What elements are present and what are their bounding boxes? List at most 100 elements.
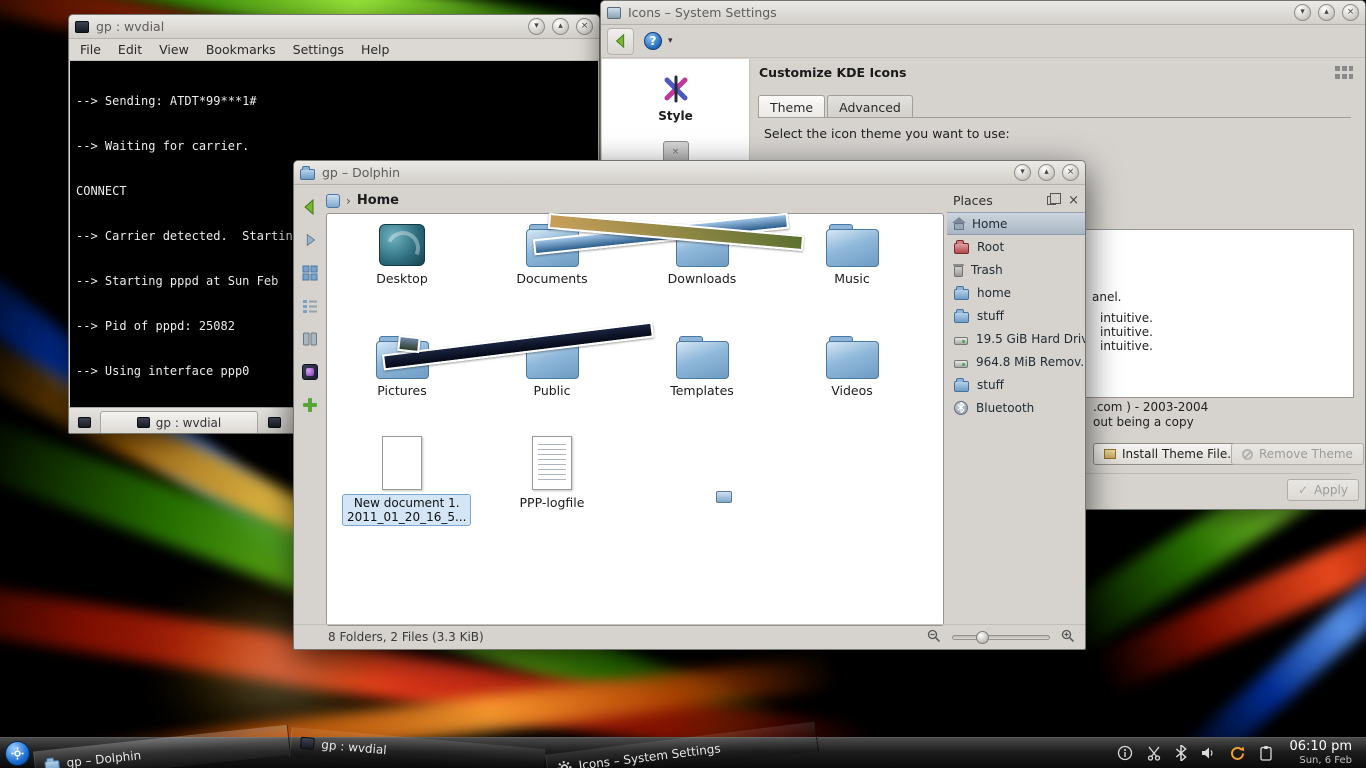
columns-view-button[interactable]	[298, 327, 322, 351]
folder-item-music[interactable]: Music	[792, 224, 912, 286]
check-icon: ✓	[1298, 483, 1308, 497]
tab-label: gp : wvdial	[156, 416, 221, 430]
folder-item-desktop[interactable]: Desktop	[342, 224, 462, 286]
remove-theme-button[interactable]: Remove Theme	[1231, 443, 1364, 465]
terminal-window-title: gp : wvdial	[96, 19, 164, 34]
place-stuff[interactable]: stuff	[947, 304, 1085, 327]
back-button[interactable]	[298, 195, 322, 219]
place-home-dir[interactable]: home	[947, 281, 1085, 304]
file-item-ppp-logfile[interactable]: PPP-logfile	[492, 436, 612, 510]
install-theme-button[interactable]: Install Theme File...	[1093, 443, 1250, 465]
place-stuff-2[interactable]: stuff	[947, 373, 1085, 396]
bluetooth-tray-icon[interactable]	[1175, 745, 1187, 761]
back-button[interactable]	[607, 28, 634, 55]
zoom-in-icon	[1061, 629, 1075, 643]
text-file-icon	[532, 436, 572, 490]
system-settings-titlebar[interactable]: Icons – System Settings ▾ ▴ ×	[601, 1, 1365, 25]
folder-item-documents[interactable]: Documents	[492, 224, 612, 286]
desktop[interactable]: gp : wvdial ▾ ▴ × File Edit View Bookmar…	[0, 0, 1366, 768]
maximize-button[interactable]: ▴	[552, 18, 569, 35]
breadcrumb-home[interactable]: Home	[357, 193, 399, 208]
place-trash[interactable]: Trash	[947, 258, 1085, 281]
theme-description-fragment: intuitive.	[1100, 311, 1153, 325]
theme-credit-fragment: .com ) - 2003-2004	[1093, 400, 1208, 414]
details-view-button[interactable]	[298, 294, 322, 318]
minimize-button[interactable]: ▾	[1014, 164, 1031, 181]
selected-file-label: New document 1. 2011_01_20_16_5...	[342, 494, 471, 526]
detach-panel-icon[interactable]	[1047, 196, 1056, 205]
folder-item-videos[interactable]: Videos	[792, 336, 912, 398]
notifications-icon[interactable]	[1117, 745, 1133, 761]
minimize-button[interactable]: ▾	[1294, 4, 1311, 21]
tab-theme[interactable]: Theme	[758, 95, 825, 118]
sidebar-item-style[interactable]: Style	[602, 73, 749, 123]
apply-button[interactable]: ✓ Apply	[1287, 479, 1359, 501]
dolphin-side-toolbar	[296, 195, 324, 417]
columns-view-icon	[302, 331, 318, 347]
folder-item-pictures[interactable]: Pictures	[342, 336, 462, 398]
dolphin-titlebar[interactable]: gp – Dolphin ▾ ▴ ×	[294, 161, 1085, 185]
folder-label: Downloads	[642, 271, 762, 286]
close-button[interactable]: ×	[1062, 164, 1079, 181]
updates-icon[interactable]	[1229, 745, 1246, 762]
kde-menu-button[interactable]	[0, 738, 34, 768]
icons-view-button[interactable]	[298, 261, 322, 285]
file-item-new-document[interactable]: New document 1. 2011_01_20_16_5...	[342, 436, 462, 526]
zoom-slider-handle[interactable]	[976, 631, 989, 644]
close-panel-icon[interactable]: ×	[1068, 194, 1079, 207]
minimize-button[interactable]: ▾	[528, 18, 545, 35]
forward-arrow-icon	[301, 231, 319, 249]
terminal-titlebar[interactable]: gp : wvdial ▾ ▴ ×	[69, 15, 599, 39]
theme-description-fragment: anel.	[1092, 290, 1122, 304]
dolphin-window-icon	[300, 169, 315, 180]
place-label: Trash	[971, 263, 1003, 277]
theme-description-fragment: intuitive.	[1100, 339, 1153, 353]
split-view-button[interactable]	[298, 393, 322, 417]
close-button[interactable]: ×	[1342, 4, 1359, 21]
tab-list-icon	[268, 417, 281, 428]
dolphin-icon	[44, 760, 60, 768]
menu-view[interactable]: View	[159, 42, 189, 57]
tab-advanced[interactable]: Advanced	[827, 95, 913, 118]
maximize-button[interactable]: ▴	[1318, 4, 1335, 21]
folder-icon	[826, 224, 878, 266]
maximize-button[interactable]: ▴	[1038, 164, 1055, 181]
apply-label: Apply	[1314, 483, 1348, 497]
folder-view[interactable]: Desktop Documents Downloads Music	[326, 213, 944, 626]
clock[interactable]: 06:10 pm Sun, 6 Feb	[1285, 738, 1366, 768]
menu-bookmarks[interactable]: Bookmarks	[206, 42, 276, 57]
close-button[interactable]: ×	[576, 18, 593, 35]
tab-list-button[interactable]	[262, 411, 286, 433]
place-removable-drive[interactable]: 964.8 MiB Remov...	[947, 350, 1085, 373]
places-selector-icon[interactable]	[326, 194, 340, 208]
remove-theme-label: Remove Theme	[1259, 447, 1353, 461]
breadcrumb-separator: ›	[346, 194, 351, 208]
dolphin-window-title: gp – Dolphin	[322, 165, 400, 180]
volume-icon[interactable]	[1200, 745, 1216, 761]
zoom-in-button[interactable]	[1061, 629, 1075, 646]
folder-item-templates[interactable]: Templates	[642, 336, 762, 398]
place-home[interactable]: Home	[947, 212, 1085, 235]
place-hard-drive[interactable]: 19.5 GiB Hard Drive	[947, 327, 1085, 350]
terminal-tab[interactable]: gp : wvdial	[100, 411, 258, 433]
zoom-slider[interactable]	[952, 635, 1050, 640]
help-button[interactable]: ?	[644, 32, 662, 50]
menu-file[interactable]: File	[80, 42, 101, 57]
chevron-down-icon[interactable]: ▾	[668, 36, 673, 46]
clipboard-icon[interactable]	[1259, 745, 1273, 761]
menu-settings[interactable]: Settings	[293, 42, 344, 57]
new-tab-button[interactable]	[72, 411, 96, 433]
preview-button[interactable]	[298, 360, 322, 384]
menu-edit[interactable]: Edit	[118, 42, 142, 57]
bluetooth-icon	[954, 401, 968, 415]
zoom-out-button[interactable]	[927, 629, 941, 646]
klipper-icon[interactable]	[1146, 745, 1162, 761]
removable-drive-icon	[954, 360, 968, 368]
place-bluetooth[interactable]: Bluetooth	[947, 396, 1085, 419]
overview-grid-icon[interactable]	[1334, 65, 1354, 83]
forward-button[interactable]	[298, 228, 322, 252]
menu-help[interactable]: Help	[361, 42, 390, 57]
document-icon	[382, 436, 422, 490]
place-root[interactable]: Root	[947, 235, 1085, 258]
terminal-icon	[300, 737, 315, 750]
